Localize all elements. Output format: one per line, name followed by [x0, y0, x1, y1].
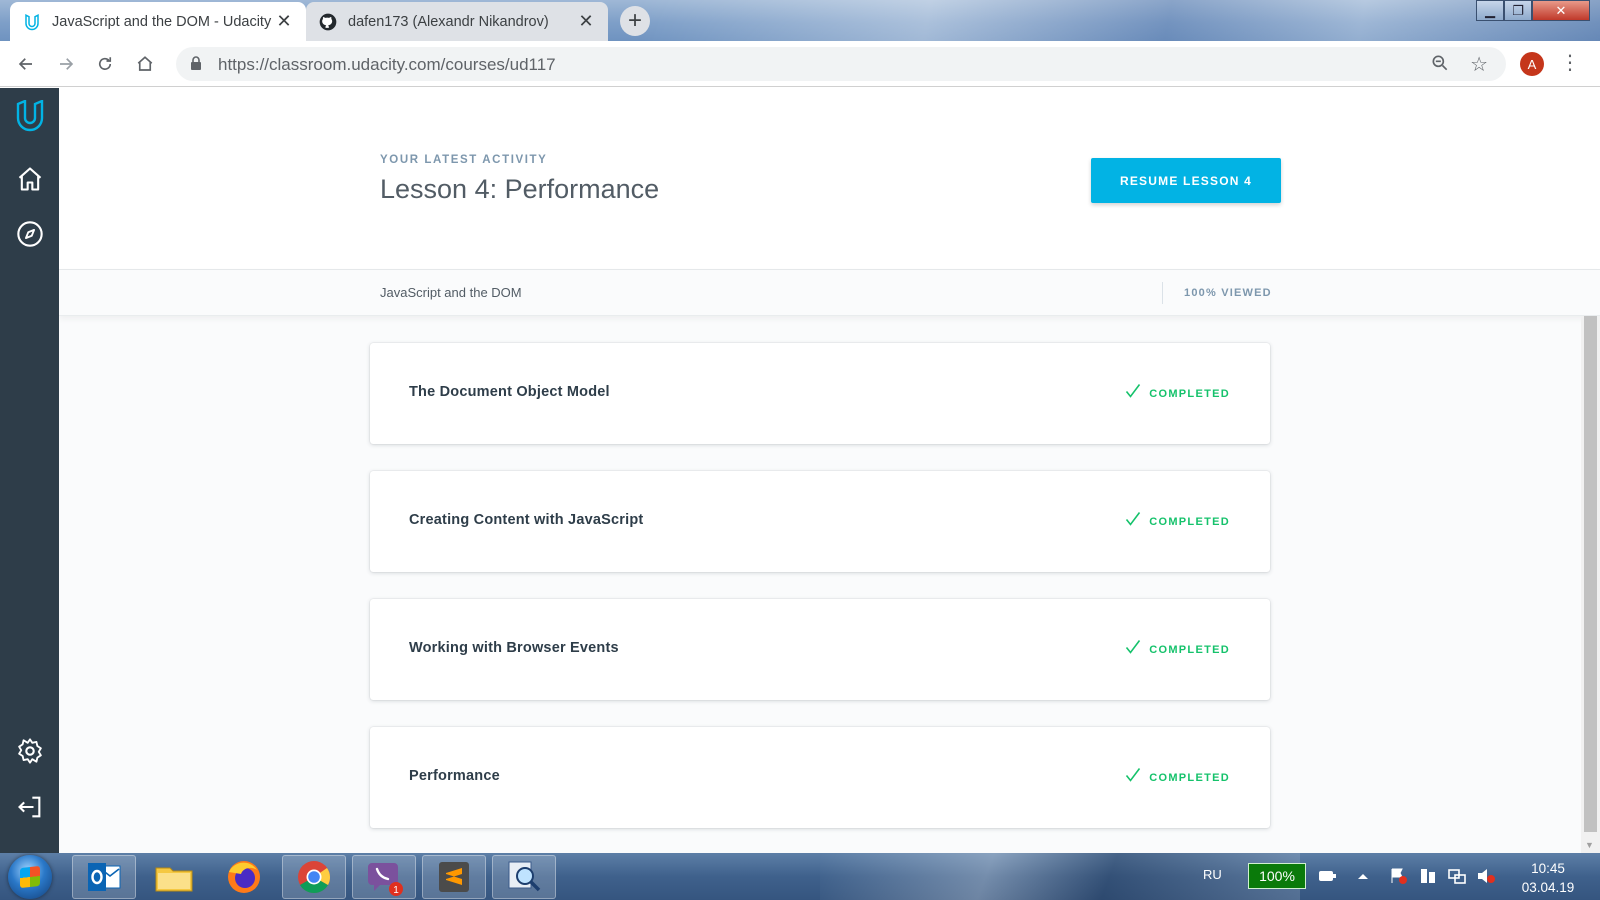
lesson-card[interactable]: Creating Content with JavaScript COMPLET…	[370, 471, 1270, 572]
status-badge: COMPLETED	[1125, 511, 1230, 532]
address-bar[interactable]: https://classroom.udacity.com/courses/ud…	[176, 47, 1506, 81]
viber-badge: 1	[393, 885, 399, 896]
status-badge: COMPLETED	[1125, 383, 1230, 404]
status-text: COMPLETED	[1149, 643, 1230, 656]
tab-udacity[interactable]: JavaScript and the DOM - Udacity ✕	[10, 2, 306, 41]
device-icon[interactable]	[1418, 867, 1438, 885]
reload-icon[interactable]	[91, 50, 119, 78]
status-text: COMPLETED	[1149, 387, 1230, 400]
url-path: /courses/ud117	[440, 55, 556, 74]
browser-toolbar: https://classroom.udacity.com/courses/ud…	[0, 41, 1600, 87]
lesson-title: The Document Object Model	[409, 384, 610, 400]
browser-tab-strip: JavaScript and the DOM - Udacity ✕ dafen…	[0, 0, 1600, 41]
latest-activity: YOUR LATEST ACTIVITY Lesson 4: Performan…	[59, 88, 1600, 270]
udacity-sidebar	[0, 88, 59, 853]
clock-time: 10:45	[1531, 861, 1565, 876]
browser-menu-icon[interactable]: ⋮	[1560, 50, 1580, 76]
course-name: JavaScript and the DOM	[380, 285, 522, 300]
course-main: YOUR LATEST ACTIVITY Lesson 4: Performan…	[59, 88, 1600, 853]
new-tab-button[interactable]: +	[620, 6, 650, 36]
sublime-text-icon[interactable]	[422, 855, 486, 899]
status-badge: COMPLETED	[1125, 767, 1230, 788]
lesson-title: Performance	[409, 768, 500, 784]
window-controls: ▁ ❐ ✕	[1476, 0, 1590, 22]
lock-icon	[190, 56, 202, 76]
checkmark-icon	[1125, 383, 1141, 404]
profile-avatar[interactable]: A	[1520, 52, 1544, 76]
udacity-icon	[22, 12, 42, 32]
home-icon[interactable]	[14, 163, 46, 195]
volume-muted-icon[interactable]	[1476, 867, 1496, 885]
tab-title: dafen173 (Alexandr Nikandrov)	[348, 13, 549, 30]
language-indicator[interactable]: RU	[1203, 867, 1222, 882]
url-text: https://classroom.udacity.com/courses/ud…	[218, 55, 556, 75]
logout-icon[interactable]	[14, 791, 46, 823]
divider	[1162, 282, 1163, 304]
minimize-icon[interactable]: ▁	[1476, 0, 1504, 21]
latest-lesson-title: Lesson 4: Performance	[380, 174, 660, 204]
url-host: https://classroom.udacity.com	[218, 55, 441, 74]
close-icon[interactable]: ✕	[274, 11, 294, 32]
zoom-icon[interactable]	[1430, 53, 1450, 78]
latest-activity-label: YOUR LATEST ACTIVITY	[380, 154, 548, 166]
checkmark-icon	[1125, 511, 1141, 532]
search-tool-icon[interactable]	[492, 855, 556, 899]
clock-date: 03.04.19	[1521, 880, 1575, 895]
page-scrollbar[interactable]: ▼	[1581, 316, 1600, 853]
file-explorer-icon[interactable]	[142, 855, 206, 899]
status-badge: COMPLETED	[1125, 639, 1230, 660]
progress-label: 100% VIEWED	[1184, 287, 1272, 299]
windows-taskbar: 1 RU 100% 10:45 03.04.19	[0, 853, 1600, 900]
resume-lesson-button[interactable]: RESUME LESSON 4	[1091, 158, 1281, 203]
settings-icon[interactable]	[14, 735, 46, 767]
close-window-icon[interactable]: ✕	[1532, 0, 1590, 21]
lesson-title: Creating Content with JavaScript	[409, 512, 644, 528]
action-center-icon[interactable]	[1388, 867, 1408, 885]
network-icon[interactable]	[1447, 867, 1467, 885]
chrome-icon[interactable]	[282, 855, 346, 899]
bookmark-star-icon[interactable]: ☆	[1470, 52, 1488, 77]
back-icon[interactable]	[12, 50, 40, 78]
home-button-icon[interactable]	[131, 50, 159, 78]
lesson-card[interactable]: Working with Browser Events COMPLETED	[370, 599, 1270, 700]
status-text: COMPLETED	[1149, 771, 1230, 784]
battery-indicator[interactable]: 100%	[1248, 863, 1306, 889]
lesson-card[interactable]: The Document Object Model COMPLETED	[370, 343, 1270, 444]
checkmark-icon	[1125, 639, 1141, 660]
udacity-logo-icon[interactable]	[14, 100, 46, 132]
course-progress-bar: JavaScript and the DOM 100% VIEWED	[59, 270, 1600, 316]
github-icon	[318, 12, 338, 32]
compass-icon[interactable]	[14, 218, 46, 250]
system-clock[interactable]: 10:45 03.04.19	[1503, 859, 1593, 897]
maximize-icon[interactable]: ❐	[1504, 0, 1532, 21]
outlook-icon[interactable]	[72, 855, 136, 899]
scroll-down-icon[interactable]: ▼	[1585, 840, 1594, 850]
lesson-card[interactable]: Performance COMPLETED	[370, 727, 1270, 828]
start-button[interactable]	[8, 855, 52, 899]
power-plug-icon[interactable]	[1316, 867, 1336, 885]
tab-title: JavaScript and the DOM - Udacity	[52, 13, 272, 30]
scrollbar-thumb[interactable]	[1584, 316, 1597, 832]
status-text: COMPLETED	[1149, 515, 1230, 528]
close-icon[interactable]: ✕	[576, 11, 596, 32]
tab-github[interactable]: dafen173 (Alexandr Nikandrov) ✕	[306, 2, 608, 41]
lesson-title: Working with Browser Events	[409, 640, 619, 656]
viber-icon[interactable]: 1	[352, 855, 416, 899]
firefox-icon[interactable]	[212, 855, 276, 899]
show-hidden-icons-icon[interactable]	[1356, 867, 1376, 885]
lesson-list: The Document Object Model COMPLETED Crea…	[370, 343, 1270, 853]
checkmark-icon	[1125, 767, 1141, 788]
forward-icon[interactable]	[52, 50, 80, 78]
